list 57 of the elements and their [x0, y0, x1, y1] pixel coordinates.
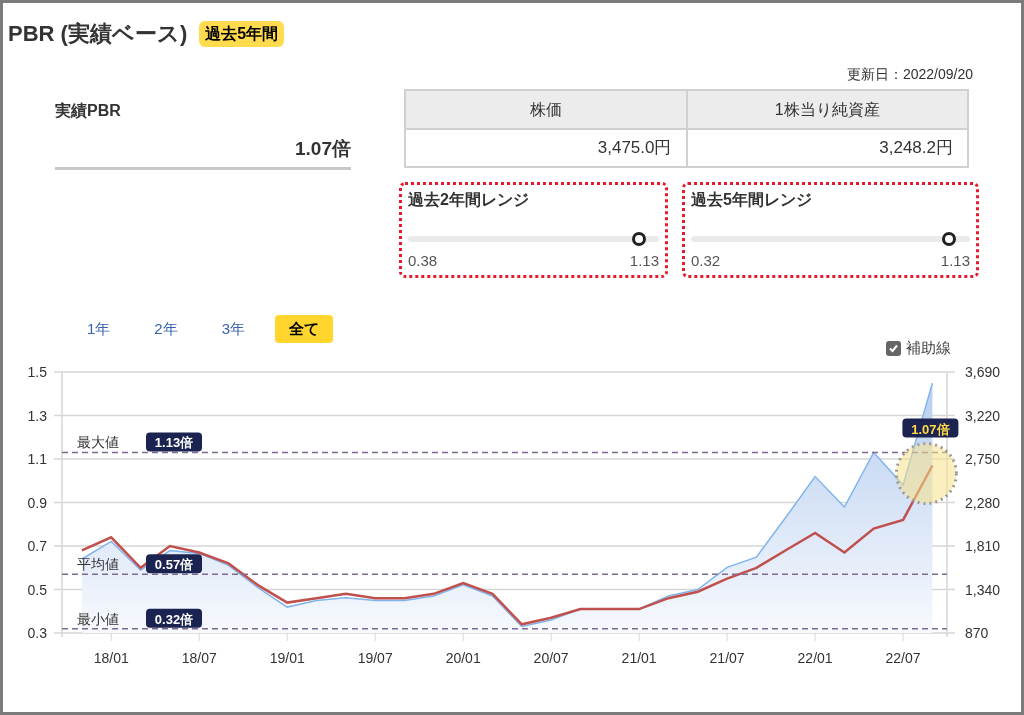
helper-label: 補助線 [906, 338, 951, 358]
table-cell: 3,248.2円 [686, 129, 968, 167]
table-header: 1株当り純資産 [686, 90, 968, 129]
ref-line-label: 0.32倍 [154, 611, 194, 627]
x-axis-label: 20/01 [445, 649, 481, 666]
x-axis-label: 19/01 [269, 649, 305, 666]
y-axis-label: 0.7 [27, 537, 47, 554]
y-axis-label: 1,810 [965, 537, 1001, 554]
range-title: 過去2年間レンジ [408, 190, 530, 210]
x-axis-label: 20/07 [533, 649, 569, 666]
period-tab[interactable]: 2年 [140, 315, 192, 343]
x-axis-label: 19/07 [357, 649, 393, 666]
x-axis-label: 22/01 [797, 649, 833, 666]
table-cell: 3,475.0円 [405, 129, 687, 167]
period-tab[interactable]: 1年 [73, 315, 125, 343]
page-title: PBR (実績ベース) [8, 20, 188, 48]
y-axis-label: 3,690 [965, 363, 1001, 380]
x-axis-label: 18/07 [181, 649, 217, 666]
y-axis-label: 0.5 [27, 581, 47, 597]
period-tab[interactable]: 3年 [207, 315, 260, 343]
value-tag: 1.07倍 [902, 418, 959, 438]
x-axis-label: 21/07 [709, 649, 745, 666]
y-axis-label: 1.1 [27, 450, 47, 467]
range-min: 0.38 [408, 251, 438, 271]
y-axis-label: 1,340 [965, 581, 1001, 597]
y-axis-label: 2,280 [965, 494, 1001, 510]
range-max: 1.13 [629, 251, 659, 271]
summary-value: 1.07倍 [295, 137, 351, 161]
helper-checkbox[interactable] [886, 340, 901, 356]
reference-label: 最大値 [77, 434, 119, 450]
period-badge: 過去5年間 [199, 20, 285, 47]
y-axis-label: 870 [965, 624, 989, 641]
y-axis-label: 3,220 [965, 407, 1001, 423]
period-tab[interactable]: 全て [275, 315, 334, 343]
y-axis-label: 2,750 [965, 450, 1001, 467]
value-tag: 1.13倍 [146, 432, 202, 451]
value-tag: 0.57倍 [146, 553, 202, 573]
check-icon [888, 342, 899, 354]
reference-label: 最小値 [77, 610, 119, 627]
y-axis-label: 0.9 [27, 494, 47, 510]
y-axis-label: 1.3 [27, 407, 47, 423]
reference-label: 平均値 [77, 555, 119, 572]
highlight-circle [894, 441, 958, 505]
ref-line-label: 1.13倍 [154, 434, 194, 450]
ref-line-label: 0.57倍 [154, 556, 194, 572]
table-header: 株価 [405, 90, 687, 129]
x-axis-label: 18/01 [93, 649, 129, 666]
annotation: 1.07倍 [911, 421, 950, 437]
summary-label: 実績PBR [55, 101, 122, 121]
range-title: 過去5年間レンジ [691, 190, 813, 210]
y-axis-label: 1.5 [27, 363, 47, 380]
y-axis-label: 0.3 [27, 624, 47, 641]
range-max: 1.13 [940, 251, 970, 271]
range-min: 0.32 [691, 251, 721, 271]
x-axis-label: 22/07 [885, 649, 921, 666]
update-date: 更新日：2022/09/20 [846, 65, 973, 84]
x-axis-label: 21/01 [621, 649, 657, 666]
